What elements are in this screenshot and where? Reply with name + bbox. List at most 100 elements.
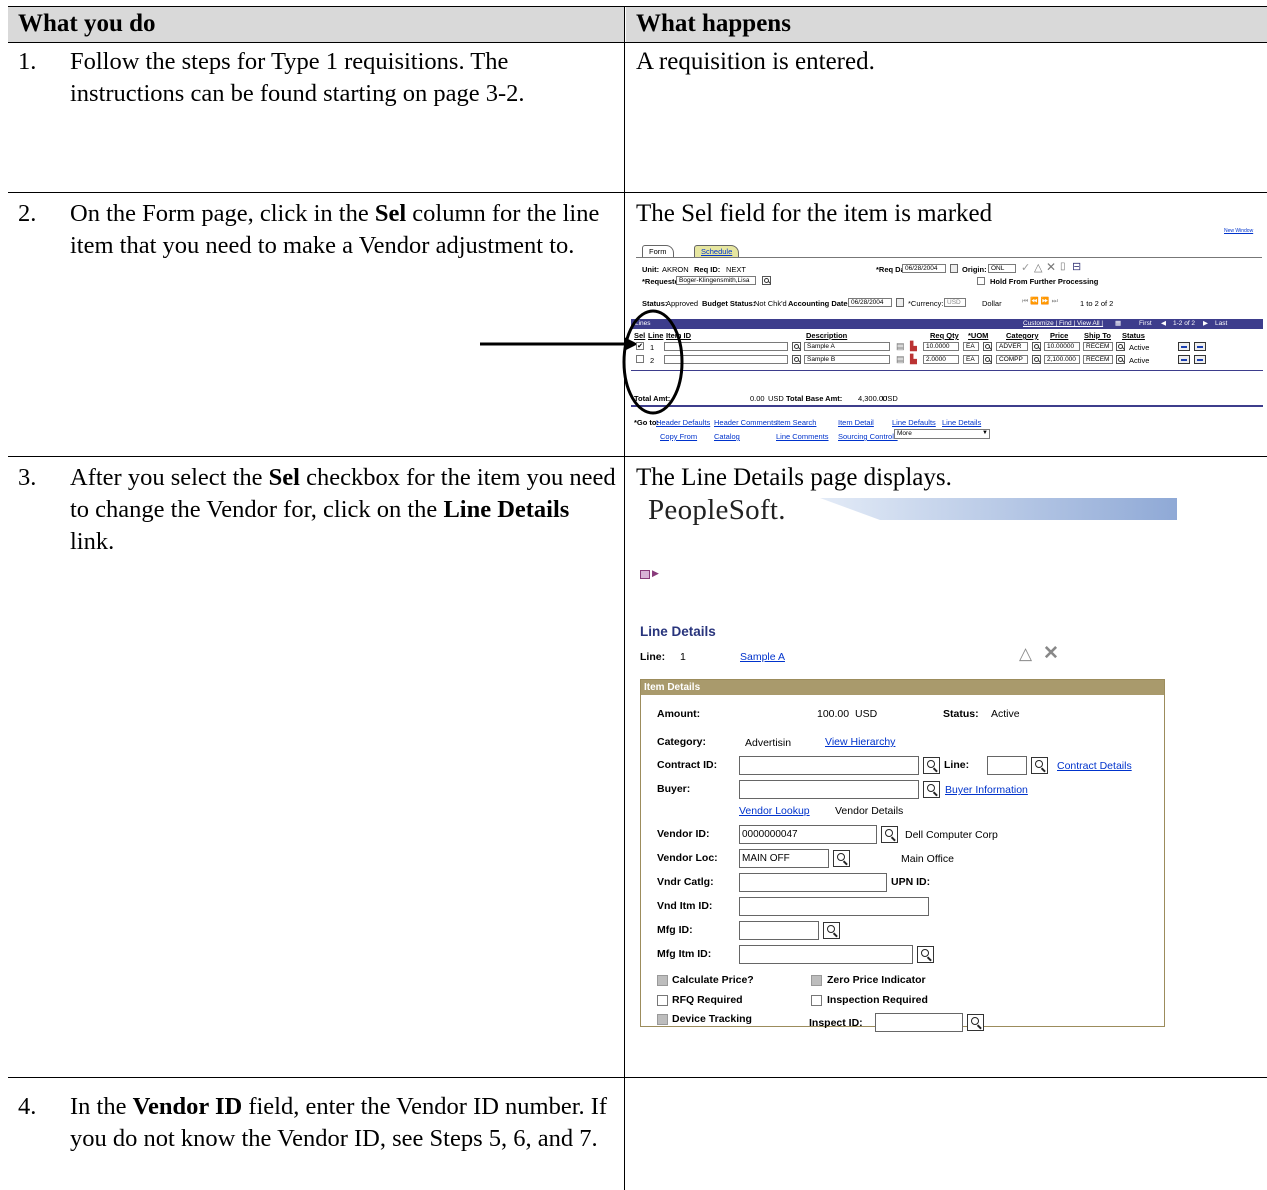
category-input[interactable]: COMPP [996, 355, 1028, 364]
mfg-id-input[interactable] [739, 921, 819, 940]
item-lookup-icon[interactable] [792, 342, 801, 351]
vndr-catlg-input[interactable] [739, 873, 887, 892]
description-input[interactable]: Sample A [804, 342, 890, 351]
catalog-link[interactable]: Catalog [714, 432, 740, 441]
requester-input[interactable]: Boger-Klingensmith,Lisa [676, 276, 756, 285]
mfg-itm-id-input[interactable] [739, 945, 913, 964]
delete-icon[interactable]: ✕ [1046, 260, 1056, 274]
view-all-icon[interactable]: ▦ [1115, 319, 1121, 329]
uom-input[interactable]: EA [963, 355, 979, 364]
acctdate-input[interactable]: 06/28/2004 [848, 298, 892, 307]
buyer-information-link[interactable]: Buyer Information [945, 784, 1028, 796]
line-defaults-link[interactable]: Line Defaults [892, 418, 936, 427]
add-row-button[interactable] [1178, 355, 1190, 364]
buyer-input[interactable] [739, 780, 919, 799]
mfg-id-lookup-icon[interactable] [823, 922, 840, 939]
origin-select[interactable]: ONL [988, 264, 1016, 273]
device-tracking-checkbox[interactable] [657, 1014, 668, 1025]
spell-check-icon[interactable]: △ [1019, 644, 1032, 664]
contract-id-input[interactable] [739, 756, 919, 775]
prev-icon[interactable]: ◀ [1161, 319, 1166, 329]
more-select[interactable]: More [894, 429, 990, 439]
header-comments-link[interactable]: Header Comments [714, 418, 777, 427]
col-description[interactable]: Description [806, 331, 847, 340]
add-row-button[interactable] [1178, 342, 1190, 351]
col-ship-to[interactable]: Ship To [1084, 331, 1111, 340]
grid-links[interactable]: Customize | Find | View All | [1023, 319, 1103, 329]
category-lookup-icon[interactable] [1032, 355, 1041, 364]
inspect-id-input[interactable] [875, 1013, 963, 1032]
comment-icon[interactable]: ⊟ [1072, 260, 1081, 273]
calendar-icon[interactable] [950, 264, 958, 273]
line-comments-link[interactable]: Line Comments [776, 432, 829, 441]
ship-to-lookup-icon[interactable] [1116, 355, 1125, 364]
contract-line-input[interactable] [987, 756, 1027, 775]
buyer-lookup-icon[interactable] [923, 781, 940, 798]
item-detail-icon[interactable]: ▙ [910, 341, 917, 352]
clipboard-icon[interactable]: ▯ [1060, 261, 1066, 272]
calculate-price-checkbox[interactable] [657, 975, 668, 986]
line-details-link[interactable]: Line Details [942, 418, 981, 427]
spell-check-icon[interactable]: △ [1034, 261, 1042, 274]
rfq-required-checkbox[interactable] [657, 995, 668, 1006]
zero-price-checkbox[interactable] [811, 975, 822, 986]
expand-icon[interactable]: ▤ [896, 341, 905, 352]
header-defaults-link[interactable]: Header Defaults [656, 418, 710, 427]
reqdate-input[interactable]: 06/28/2004 [902, 264, 946, 273]
requester-lookup-icon[interactable] [762, 276, 771, 285]
line-description-link[interactable]: Sample A [740, 651, 785, 663]
hold-checkbox[interactable] [977, 277, 985, 285]
vnd-itm-id-input[interactable] [739, 897, 929, 916]
menu-icon[interactable] [640, 570, 650, 579]
uom-input[interactable]: EA [963, 342, 979, 351]
col-req-qty[interactable]: Req Qty [930, 331, 959, 340]
pager-nav-icons[interactable]: ⏮ ⏪ ⏩ ⏭ [1022, 297, 1058, 306]
sourcing-controls-link[interactable]: Sourcing Controls [838, 432, 898, 441]
calendar-icon[interactable] [896, 298, 904, 307]
vendor-loc-lookup-icon[interactable] [833, 850, 850, 867]
inspect-id-lookup-icon[interactable] [967, 1014, 984, 1031]
ship-to-input[interactable]: RECEM [1083, 355, 1113, 364]
close-icon[interactable]: ✕ [1043, 642, 1059, 665]
col-category[interactable]: Category [1006, 331, 1039, 340]
qty-input[interactable]: 2.0000 [923, 355, 959, 364]
chevron-right-icon[interactable]: ▶ [652, 568, 659, 579]
qty-input[interactable]: 10.0000 [923, 342, 959, 351]
item-detail-link[interactable]: Item Detail [838, 418, 874, 427]
copy-from-link[interactable]: Copy From [660, 432, 697, 441]
contract-line-lookup-icon[interactable] [1031, 757, 1048, 774]
col-price[interactable]: Price [1050, 331, 1068, 340]
next-icon[interactable]: ▶ [1203, 319, 1208, 329]
contract-details-link[interactable]: Contract Details [1057, 760, 1132, 772]
price-input[interactable]: 10.00000 [1044, 342, 1080, 351]
view-hierarchy-link[interactable]: View Hierarchy [825, 736, 895, 748]
ship-to-lookup-icon[interactable] [1116, 342, 1125, 351]
mfg-itm-lookup-icon[interactable] [917, 946, 934, 963]
uom-lookup-icon[interactable] [983, 342, 992, 351]
category-input[interactable]: ADVER [996, 342, 1028, 351]
currency-input[interactable]: USD [944, 298, 966, 307]
uom-lookup-icon[interactable] [983, 355, 992, 364]
chevron-down-icon[interactable]: ▼ [982, 430, 988, 436]
col-uom[interactable]: *UOM [968, 331, 988, 340]
delete-row-button[interactable] [1194, 342, 1206, 351]
price-input[interactable]: 2,100.000 [1044, 355, 1080, 364]
new-window-link[interactable]: New Window [1224, 228, 1253, 234]
category-lookup-icon[interactable] [1032, 342, 1041, 351]
vendor-id-lookup-icon[interactable] [881, 826, 898, 843]
vendor-loc-input[interactable]: MAIN OFF [739, 849, 829, 868]
ship-to-input[interactable]: RECEM [1083, 342, 1113, 351]
grid-last[interactable]: Last [1215, 319, 1227, 329]
description-input[interactable]: Sample B [804, 355, 890, 364]
item-search-link[interactable]: Item Search [776, 418, 816, 427]
grid-first[interactable]: First [1139, 319, 1152, 329]
check-icon[interactable]: ✓ [1021, 261, 1030, 274]
vendor-lookup-link[interactable]: Vendor Lookup [739, 805, 810, 817]
item-detail-icon[interactable]: ▙ [910, 354, 917, 365]
inspection-required-checkbox[interactable] [811, 995, 822, 1006]
contract-lookup-icon[interactable] [923, 757, 940, 774]
col-status[interactable]: Status [1122, 331, 1145, 340]
expand-icon[interactable]: ▤ [896, 354, 905, 365]
delete-row-button[interactable] [1194, 355, 1206, 364]
item-lookup-icon[interactable] [792, 355, 801, 364]
